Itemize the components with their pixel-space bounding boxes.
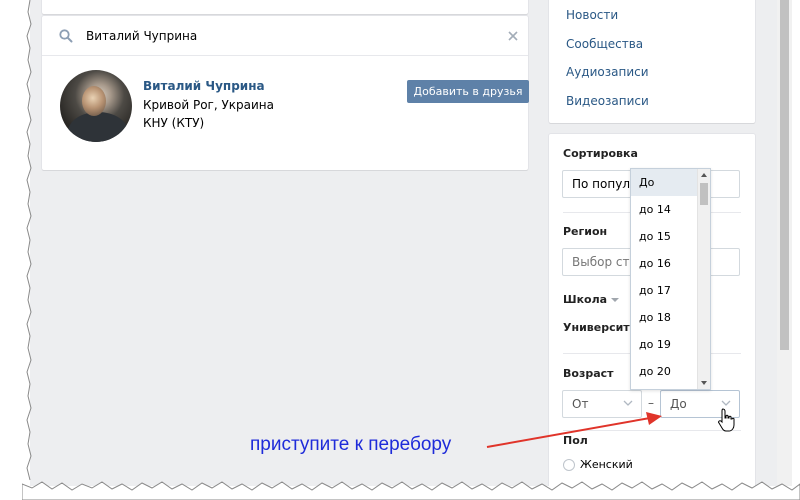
search-icon (59, 29, 73, 43)
annotation-caption: приступите к перебору (250, 434, 452, 455)
menu-item-news[interactable]: Новости (566, 8, 618, 22)
triangle-down-icon (611, 298, 620, 302)
age-option[interactable]: до 14 (631, 196, 698, 223)
age-option[interactable]: до 15 (631, 223, 698, 250)
age-from-select[interactable]: От (562, 390, 642, 418)
torn-edge-bottom (22, 481, 800, 500)
menu-item-communities[interactable]: Сообщества (566, 37, 643, 51)
add-friend-button[interactable]: Добавить в друзья (407, 80, 529, 103)
user-university: КНУ (КТУ) (143, 116, 205, 130)
age-to-value: До (670, 397, 687, 411)
scroll-up-icon[interactable] (701, 173, 707, 177)
age-from-value: От (572, 397, 589, 411)
search-input[interactable] (86, 26, 466, 46)
hand-cursor-icon (718, 408, 735, 432)
menu-item-video[interactable]: Видеозаписи (566, 94, 649, 108)
previous-card-edge (42, 0, 528, 14)
age-label: Возраст (563, 367, 614, 380)
school-expander[interactable]: Школа (563, 293, 620, 306)
gender-female-label: Женский (580, 458, 633, 471)
age-range-separator: – (648, 396, 654, 410)
age-option[interactable]: до 20 (631, 358, 698, 385)
scroll-down-icon[interactable] (701, 381, 707, 385)
gender-label: Пол (563, 434, 588, 447)
user-city: Кривой Рог, Украина (143, 98, 275, 112)
age-to-dropdown-list[interactable]: До до 14 до 15 до 16 до 17 до 18 до 19 д… (630, 168, 711, 390)
dropdown-scrollbar-thumb[interactable] (700, 183, 708, 205)
avatar[interactable] (60, 70, 132, 142)
page-scrollbar-thumb[interactable] (780, 0, 789, 350)
search-bar (42, 16, 528, 56)
region-label: Регион (563, 225, 608, 238)
gender-female-radio[interactable] (563, 459, 575, 471)
close-icon[interactable] (506, 29, 520, 43)
age-option[interactable]: до 17 (631, 277, 698, 304)
search-sections-menu: Новости Сообщества Аудиозаписи Видеозапи… (549, 0, 755, 123)
search-result-item: Виталий Чуприна Кривой Рог, Украина КНУ … (42, 57, 529, 169)
age-option[interactable]: До (631, 169, 698, 196)
chevron-down-icon (721, 400, 731, 406)
age-option[interactable]: до 18 (631, 304, 698, 331)
avatar-photo-face (82, 86, 106, 116)
filter-divider (563, 430, 741, 431)
menu-item-audio[interactable]: Аудиозаписи (566, 65, 649, 79)
age-option[interactable]: до 16 (631, 250, 698, 277)
chevron-down-icon (623, 400, 633, 406)
torn-edge-left (26, 0, 32, 481)
search-results-card: Виталий Чуприна Кривой Рог, Украина КНУ … (42, 16, 529, 170)
age-option[interactable]: до 19 (631, 331, 698, 358)
avatar-photo-body (68, 112, 128, 142)
page-scrollbar[interactable] (777, 0, 792, 486)
user-name-link[interactable]: Виталий Чуприна (143, 79, 265, 93)
school-label: Школа (563, 293, 608, 306)
dropdown-scrollbar[interactable] (697, 169, 710, 389)
sort-label: Сортировка (563, 147, 638, 160)
